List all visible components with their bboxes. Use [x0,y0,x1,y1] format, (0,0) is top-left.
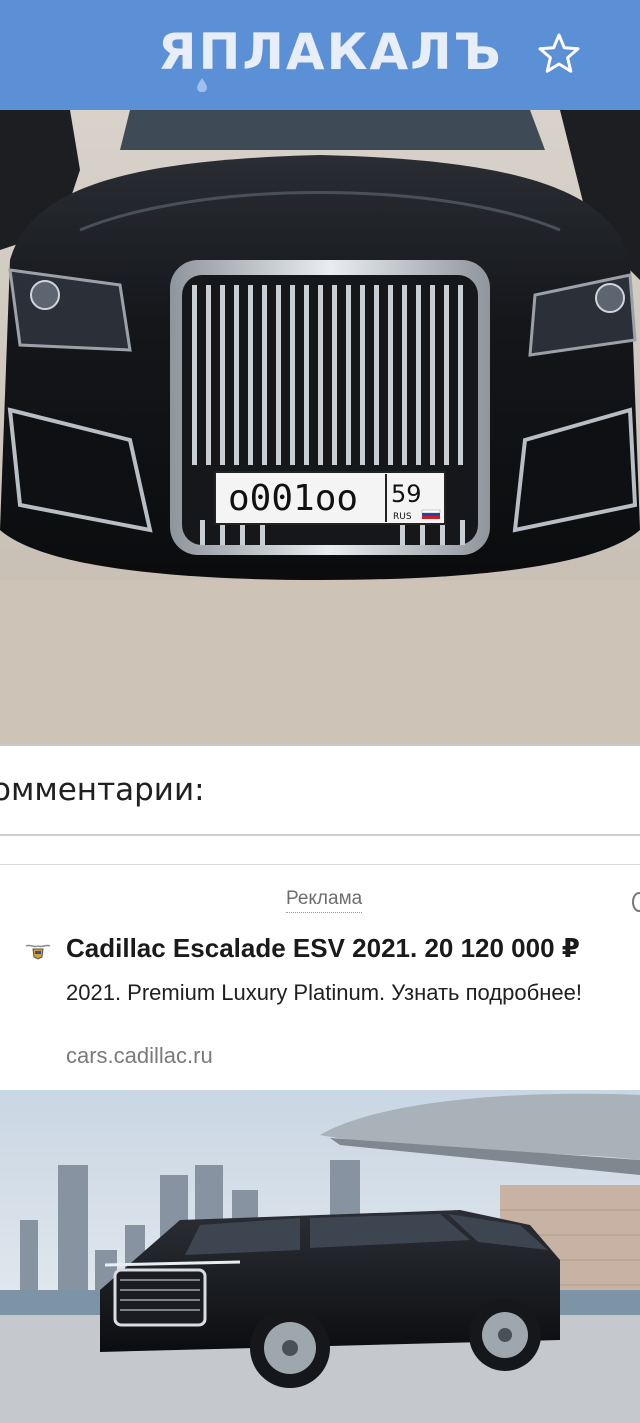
divider [0,744,640,746]
ad-title-link[interactable]: Cadillac Escalade ESV 2021. 20 120 000 ₽ [66,933,580,964]
plate-region: 59 [391,480,422,508]
favorite-star-icon[interactable] [535,30,583,78]
suv-image [0,1090,640,1423]
post-photo-limousine[interactable]: о001оо 59 RUS [0,110,640,744]
plate-country: RUS [393,512,412,522]
logo-drop-icon [197,78,207,92]
plate-number: о001оо [228,478,358,519]
divider [0,864,640,865]
ad-label[interactable]: Реклама [286,888,363,913]
limousine-image: о001оо 59 RUS [0,110,640,744]
ad-photo-suv[interactable] [0,1090,640,1423]
ad-info-icon[interactable] [632,892,640,912]
divider [0,834,640,836]
app-header: ЯПЛАКАЛЪ [0,0,640,110]
comments-heading: омментарии: [0,772,205,808]
ad-description[interactable]: 2021. Premium Luxury Platinum. Узнать по… [66,976,586,1009]
site-logo[interactable]: ЯПЛАКАЛЪ [158,22,503,82]
cadillac-logo-icon [25,944,51,960]
ad-domain-link[interactable]: cars.cadillac.ru [66,1043,213,1069]
